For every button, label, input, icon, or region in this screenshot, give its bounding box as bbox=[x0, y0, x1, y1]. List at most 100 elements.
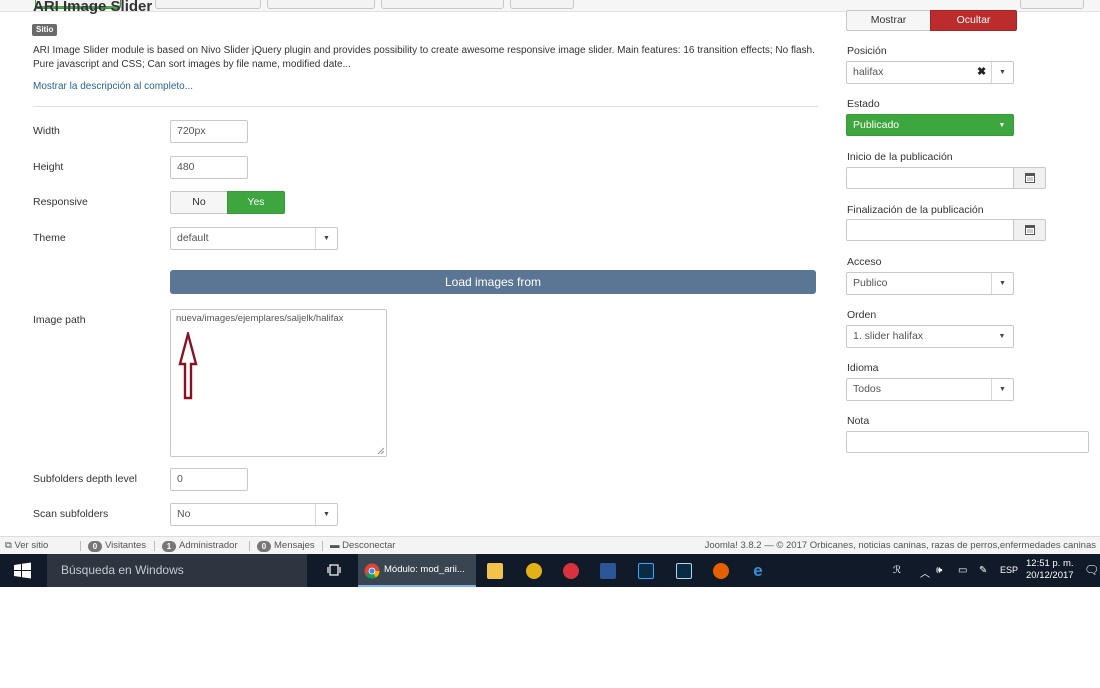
pen-icon[interactable]: ✎ bbox=[979, 565, 987, 576]
save-new-button[interactable] bbox=[267, 0, 375, 9]
divider bbox=[33, 106, 818, 107]
status-value: Publicado bbox=[853, 119, 900, 131]
visitors-label: Visitantes bbox=[105, 540, 147, 551]
messages-link[interactable]: 0 Mensajes bbox=[257, 540, 315, 552]
chevron-down-icon: ▼ bbox=[998, 333, 1006, 340]
view-site-link[interactable]: ⧉ Ver sitio bbox=[5, 540, 48, 552]
calendar-icon bbox=[1025, 225, 1035, 235]
windows-search-box[interactable]: Búsqueda en Windows bbox=[47, 554, 307, 587]
visitors-count: 0 bbox=[88, 541, 102, 552]
publish-down-label: Finalización de la publicación bbox=[847, 204, 984, 216]
minus-icon: ▬ bbox=[330, 540, 343, 551]
responsive-label: Responsive bbox=[33, 196, 88, 208]
chevron-down-icon: ▼ bbox=[991, 62, 1013, 83]
load-images-from-header: Load images from bbox=[170, 270, 816, 294]
ordering-select[interactable]: 1. slider halifax ▼ bbox=[846, 325, 1014, 348]
width-label: Width bbox=[33, 125, 60, 137]
separator bbox=[154, 541, 155, 551]
height-label: Height bbox=[33, 161, 64, 173]
ordering-label: Orden bbox=[847, 309, 877, 321]
admins-label: Administrador bbox=[179, 540, 238, 551]
chevron-down-icon: ▼ bbox=[991, 379, 1013, 400]
height-input[interactable]: 480 bbox=[170, 156, 248, 179]
theme-label: Theme bbox=[33, 232, 66, 244]
footer-copyright: Joomla! 3.8.2 — © 2017 Orbicanes, notici… bbox=[704, 540, 1096, 551]
language-select[interactable]: Todos ▼ bbox=[846, 378, 1014, 401]
image-path-value: nueva/images/ejemplares/saljelk/halifax bbox=[176, 313, 344, 324]
active-task-label: Módulo: mod_arii... bbox=[384, 564, 465, 575]
language-label: Idioma bbox=[847, 362, 879, 374]
photoshop-icon[interactable] bbox=[638, 563, 654, 579]
status-bar: ⧉ Ver sitio 0 Visitantes 1 Administrador 0… bbox=[0, 536, 1100, 554]
status-select[interactable]: Publicado ▼ bbox=[846, 114, 1014, 136]
note-input[interactable] bbox=[846, 431, 1089, 453]
resize-grip-icon[interactable] bbox=[377, 447, 384, 454]
taskbar: Búsqueda en Windows Módulo: mod_arii... … bbox=[0, 554, 1100, 587]
save-close-button[interactable] bbox=[155, 0, 261, 9]
position-select[interactable]: halifax ✖ ▼ bbox=[846, 61, 1014, 84]
messages-label: Mensajes bbox=[274, 540, 315, 551]
logout-link[interactable]: ▬ Desconectar bbox=[330, 540, 395, 552]
publish-down-calendar-button[interactable] bbox=[1013, 219, 1046, 241]
task-view-icon[interactable] bbox=[327, 563, 341, 577]
chrome-taskbar-item[interactable]: Módulo: mod_arii... bbox=[358, 554, 476, 587]
network-icon[interactable]: ▭ bbox=[958, 565, 967, 576]
messages-count: 0 bbox=[257, 541, 271, 552]
show-full-description-link[interactable]: Mostrar la descripción al completo... bbox=[33, 81, 193, 92]
system-clock[interactable]: 12:51 p. m. 20/12/2017 bbox=[1026, 558, 1074, 582]
up-arrow-icon bbox=[178, 332, 198, 400]
clock-time: 12:51 p. m. bbox=[1026, 558, 1074, 569]
show-option[interactable]: Mostrar bbox=[846, 10, 931, 31]
language-value: Todos bbox=[853, 383, 882, 395]
firefox-icon[interactable] bbox=[713, 563, 729, 579]
access-value: Publico bbox=[853, 277, 888, 289]
windows-start-icon[interactable] bbox=[0, 554, 47, 587]
module-title: ARI Image Slider bbox=[33, 0, 153, 15]
admins-count: 1 bbox=[162, 541, 176, 552]
chevron-down-icon: ▼ bbox=[991, 273, 1013, 294]
clear-icon[interactable]: ✖ bbox=[977, 62, 986, 83]
chrome-icon bbox=[364, 563, 380, 579]
save-copy-button[interactable] bbox=[381, 0, 504, 9]
publish-up-calendar-button[interactable] bbox=[1013, 167, 1046, 189]
file-explorer-icon[interactable] bbox=[487, 563, 503, 579]
visitors-link[interactable]: 0 Visitantes bbox=[88, 540, 146, 552]
chevron-down-icon: ▼ bbox=[998, 122, 1006, 129]
lightroom-icon[interactable] bbox=[676, 563, 692, 579]
logout-label: Desconectar bbox=[342, 540, 396, 551]
responsive-no-option[interactable]: No bbox=[170, 191, 228, 214]
access-select[interactable]: Publico ▼ bbox=[846, 272, 1014, 295]
site-badge: Sitio bbox=[32, 24, 58, 36]
publish-down-input[interactable] bbox=[846, 219, 1014, 241]
people-icon[interactable]: ℛ bbox=[893, 565, 901, 576]
chevron-down-icon: ▼ bbox=[315, 504, 337, 525]
publish-up-input[interactable] bbox=[846, 167, 1014, 189]
input-language-indicator[interactable]: ESP bbox=[1000, 565, 1018, 575]
internet-explorer-icon[interactable]: e bbox=[750, 562, 766, 579]
close-button[interactable] bbox=[510, 0, 574, 9]
word-icon[interactable] bbox=[600, 563, 616, 579]
separator bbox=[249, 541, 250, 551]
app-icon[interactable] bbox=[563, 563, 579, 579]
theme-value: default bbox=[177, 232, 209, 244]
admins-link[interactable]: 1 Administrador bbox=[162, 540, 238, 552]
theme-select[interactable]: default ▼ bbox=[170, 227, 338, 250]
module-description: ARI Image Slider module is based on Nivo… bbox=[33, 45, 815, 70]
chevron-down-icon: ▼ bbox=[315, 228, 337, 249]
hide-option[interactable]: Ocultar bbox=[930, 10, 1017, 31]
calendar-icon bbox=[1025, 173, 1035, 183]
subfolders-depth-input[interactable]: 0 bbox=[170, 468, 248, 491]
notification-center-icon[interactable]: 🗨 bbox=[1084, 563, 1099, 577]
media-player-icon[interactable] bbox=[526, 563, 542, 579]
ordering-value: 1. slider halifax bbox=[853, 330, 924, 342]
volume-icon[interactable]: 🕪 bbox=[936, 565, 942, 576]
clock-date: 20/12/2017 bbox=[1026, 570, 1074, 581]
scan-subfolders-label: Scan subfolders bbox=[33, 508, 109, 520]
help-button[interactable] bbox=[1020, 0, 1084, 9]
responsive-yes-option[interactable]: Yes bbox=[227, 191, 285, 214]
image-path-textarea[interactable]: nueva/images/ejemplares/saljelk/halifax bbox=[170, 309, 387, 457]
scan-subfolders-select[interactable]: No ▼ bbox=[170, 503, 338, 526]
tray-overflow-icon[interactable]: ︿ bbox=[920, 565, 930, 580]
width-input[interactable]: 720px bbox=[170, 120, 248, 143]
image-path-label: Image path bbox=[33, 314, 86, 326]
